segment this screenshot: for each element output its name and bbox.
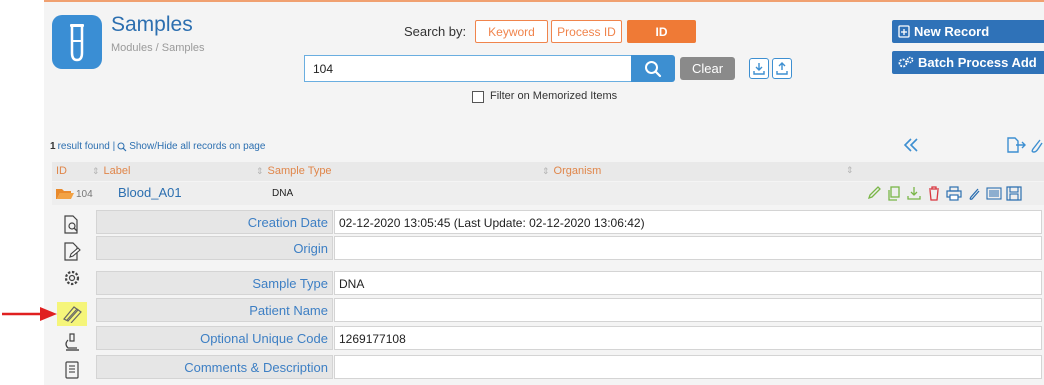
detail-value: DNA bbox=[334, 271, 1042, 295]
batch-process-add-label: Batch Process Add bbox=[918, 55, 1037, 70]
gears-icon bbox=[898, 56, 914, 68]
column-header-organism-label: Organism bbox=[553, 165, 602, 177]
save-icon[interactable] bbox=[1006, 186, 1022, 201]
search-input[interactable] bbox=[304, 55, 632, 82]
column-header-sample-type[interactable]: ⇕ Sample Type bbox=[256, 165, 332, 177]
column-header-actions[interactable]: ⇕ bbox=[846, 165, 854, 176]
detail-label: Creation Date bbox=[96, 210, 333, 234]
edit-icon[interactable] bbox=[866, 186, 882, 201]
detail-value: 02-12-2020 13:05:45 (Last Update: 02-12-… bbox=[334, 210, 1042, 234]
test-tube-icon bbox=[70, 24, 84, 62]
test-tubes-icon bbox=[63, 306, 82, 323]
export-file-icon[interactable] bbox=[1006, 136, 1028, 154]
result-info: 1 result found | Show/Hide all records o… bbox=[50, 141, 265, 152]
row-sample-type: DNA bbox=[272, 188, 294, 199]
filter-memorized-label: Filter on Memorized Items bbox=[490, 90, 618, 102]
detail-row-patient-name: Patient Name bbox=[96, 298, 1042, 322]
table-header: ID ⇕ Label ⇕ Sample Type ⇕ Organism ⇕ bbox=[52, 162, 1044, 181]
result-summary: result found | bbox=[57, 141, 116, 152]
row-label-link[interactable]: Blood_A01 bbox=[118, 185, 182, 200]
settings-button[interactable] bbox=[57, 266, 87, 290]
page-title: Samples bbox=[111, 13, 193, 36]
detail-row-comments-description: Comments & Description bbox=[96, 355, 1042, 379]
new-record-button[interactable]: New Record bbox=[892, 20, 1044, 43]
attach-icon[interactable] bbox=[966, 186, 982, 201]
sort-icon: ⇕ bbox=[92, 165, 100, 176]
clear-button[interactable]: Clear bbox=[680, 57, 735, 80]
column-header-organism[interactable]: ⇕ Organism bbox=[542, 165, 601, 177]
detail-row-sample-type: Sample Type DNA bbox=[96, 271, 1042, 295]
detail-row-optional-unique-code: Optional Unique Code 1269177108 bbox=[96, 326, 1042, 350]
new-record-icon bbox=[898, 25, 910, 38]
row-id: 104 bbox=[76, 189, 93, 200]
search-mode-id-button[interactable]: ID bbox=[627, 20, 696, 43]
import-button[interactable] bbox=[749, 58, 769, 79]
breadcrumb: Modules / Samples bbox=[111, 42, 205, 54]
search-button[interactable] bbox=[631, 55, 675, 82]
folder-open-icon[interactable] bbox=[56, 188, 74, 200]
detail-value bbox=[334, 298, 1042, 322]
zoom-icon bbox=[117, 142, 127, 151]
column-header-id-label: ID bbox=[56, 165, 67, 177]
table-row[interactable]: 104 Blood_A01 DNA bbox=[52, 182, 1044, 205]
detail-row-origin: Origin bbox=[96, 236, 1042, 260]
detail-label: Patient Name bbox=[96, 298, 333, 322]
view-details-button[interactable] bbox=[57, 213, 87, 237]
microscope-icon bbox=[65, 333, 79, 351]
sort-icon: ⇕ bbox=[256, 165, 264, 176]
detail-value bbox=[334, 236, 1042, 260]
delete-icon[interactable] bbox=[926, 186, 942, 201]
red-arrow-annotation bbox=[2, 307, 57, 321]
batch-process-add-button[interactable]: Batch Process Add bbox=[892, 51, 1044, 74]
notebook-icon bbox=[65, 361, 79, 379]
settings-icon bbox=[64, 270, 80, 286]
import-icon bbox=[753, 62, 765, 75]
edit-document-icon bbox=[64, 242, 81, 261]
detail-label: Comments & Description bbox=[96, 355, 333, 379]
detail-value: 1269177108 bbox=[334, 326, 1042, 350]
print-icon[interactable] bbox=[946, 186, 962, 201]
show-hide-records-link[interactable]: Show/Hide all records on page bbox=[129, 141, 265, 152]
detail-label: Origin bbox=[96, 236, 333, 260]
attachment-icon[interactable] bbox=[1029, 136, 1044, 154]
download-icon[interactable] bbox=[906, 186, 922, 201]
export-icon bbox=[776, 61, 788, 75]
search-mode-process-id-button[interactable]: Process ID bbox=[551, 20, 622, 43]
barcode-icon[interactable] bbox=[986, 186, 1002, 201]
filter-memorized-checkbox[interactable] bbox=[472, 91, 484, 103]
search-icon bbox=[645, 60, 662, 77]
sort-icon: ⇕ bbox=[542, 165, 550, 176]
column-header-label-text: Label bbox=[103, 165, 131, 177]
search-mode-keyword-button[interactable]: Keyword bbox=[475, 20, 548, 43]
view-details-icon bbox=[64, 215, 78, 234]
export-button[interactable] bbox=[772, 58, 792, 79]
microscope-button[interactable] bbox=[57, 330, 87, 354]
detail-label: Sample Type bbox=[96, 271, 333, 295]
copy-icon[interactable] bbox=[886, 186, 902, 201]
test-tubes-button[interactable] bbox=[57, 302, 87, 326]
sort-icon: ⇕ bbox=[846, 165, 854, 175]
column-header-sample-type-label: Sample Type bbox=[267, 165, 332, 177]
samples-module-logo bbox=[52, 15, 102, 69]
result-count: 1 bbox=[50, 141, 56, 152]
rewind-icon[interactable] bbox=[902, 137, 922, 153]
detail-row-creation-date: Creation Date 02-12-2020 13:05:45 (Last … bbox=[96, 210, 1042, 234]
search-by-label: Search by: bbox=[404, 24, 467, 39]
new-record-label: New Record bbox=[914, 24, 990, 39]
column-header-id[interactable]: ID bbox=[56, 165, 67, 177]
column-header-label[interactable]: ⇕ Label bbox=[92, 165, 130, 177]
row-actions bbox=[866, 186, 1022, 201]
detail-label: Optional Unique Code bbox=[96, 326, 333, 350]
detail-value bbox=[334, 355, 1042, 379]
edit-document-button[interactable] bbox=[57, 240, 87, 264]
notebook-button[interactable] bbox=[57, 358, 87, 382]
